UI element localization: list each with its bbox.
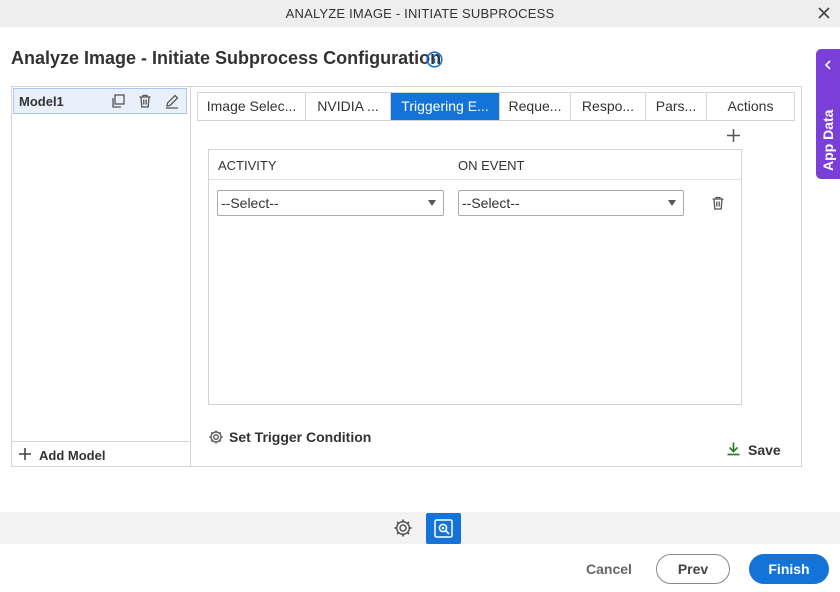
delete-row-icon[interactable] — [710, 195, 726, 211]
chevron-left-icon — [824, 60, 831, 70]
settings-icon[interactable] — [393, 518, 413, 538]
tab-request[interactable]: Reque... — [500, 93, 571, 120]
bottom-toolbar — [0, 512, 840, 544]
title-bar: ANALYZE IMAGE - INITIATE SUBPROCESS — [0, 0, 840, 27]
tab-triggering-events[interactable]: Triggering E... — [391, 93, 500, 120]
model-name: Model1 — [19, 94, 64, 109]
save-label: Save — [748, 442, 781, 458]
tab-image-selection[interactable]: Image Selec... — [198, 93, 306, 120]
download-icon — [727, 442, 740, 456]
tab-response[interactable]: Respo... — [571, 93, 646, 120]
close-icon[interactable] — [816, 5, 832, 21]
on-event-select[interactable]: --Select-- — [458, 190, 684, 216]
image-analysis-button[interactable] — [426, 513, 461, 544]
on-event-select-value: --Select-- — [462, 195, 520, 211]
trigger-events-table: ACTIVITY ON EVENT — [208, 149, 742, 405]
gear-icon — [209, 430, 223, 444]
set-trigger-condition-label: Set Trigger Condition — [229, 429, 372, 445]
finish-button[interactable]: Finish — [749, 554, 829, 584]
activity-select[interactable]: --Select-- — [217, 190, 444, 216]
page-title: Analyze Image - Initiate Subprocess Conf… — [11, 48, 442, 68]
config-tabs: Image Selec... NVIDIA ... Triggering E..… — [197, 92, 795, 121]
plus-icon — [19, 448, 31, 460]
activity-select-value: --Select-- — [221, 195, 279, 211]
trash-icon[interactable] — [137, 93, 153, 109]
info-icon[interactable] — [426, 51, 443, 68]
save-button[interactable]: Save — [726, 441, 786, 459]
model-item[interactable]: Model1 — [13, 88, 187, 114]
dropdown-arrow-icon — [668, 200, 676, 206]
tab-actions[interactable]: Actions — [707, 93, 794, 120]
edit-icon[interactable] — [164, 93, 180, 109]
column-on-event: ON EVENT — [458, 158, 525, 173]
column-activity: ACTIVITY — [218, 158, 277, 173]
window-title: ANALYZE IMAGE - INITIATE SUBPROCESS — [285, 6, 555, 21]
app-data-label: App Data — [820, 109, 836, 171]
models-panel: Model1 Add Model — [11, 86, 191, 467]
table-header: ACTIVITY ON EVENT — [209, 150, 741, 180]
add-model-button[interactable]: Add Model — [11, 441, 190, 466]
tab-nvidia[interactable]: NVIDIA ... — [306, 93, 391, 120]
image-scan-icon — [434, 519, 453, 538]
app-data-tab[interactable]: App Data — [816, 49, 840, 179]
add-model-label: Add Model — [39, 448, 106, 463]
cancel-button[interactable]: Cancel — [586, 561, 632, 577]
tab-parse[interactable]: Pars... — [646, 93, 707, 120]
copy-icon[interactable] — [110, 93, 126, 109]
prev-button[interactable]: Prev — [656, 554, 730, 584]
add-row-icon[interactable] — [726, 128, 741, 143]
dropdown-arrow-icon — [428, 200, 436, 206]
